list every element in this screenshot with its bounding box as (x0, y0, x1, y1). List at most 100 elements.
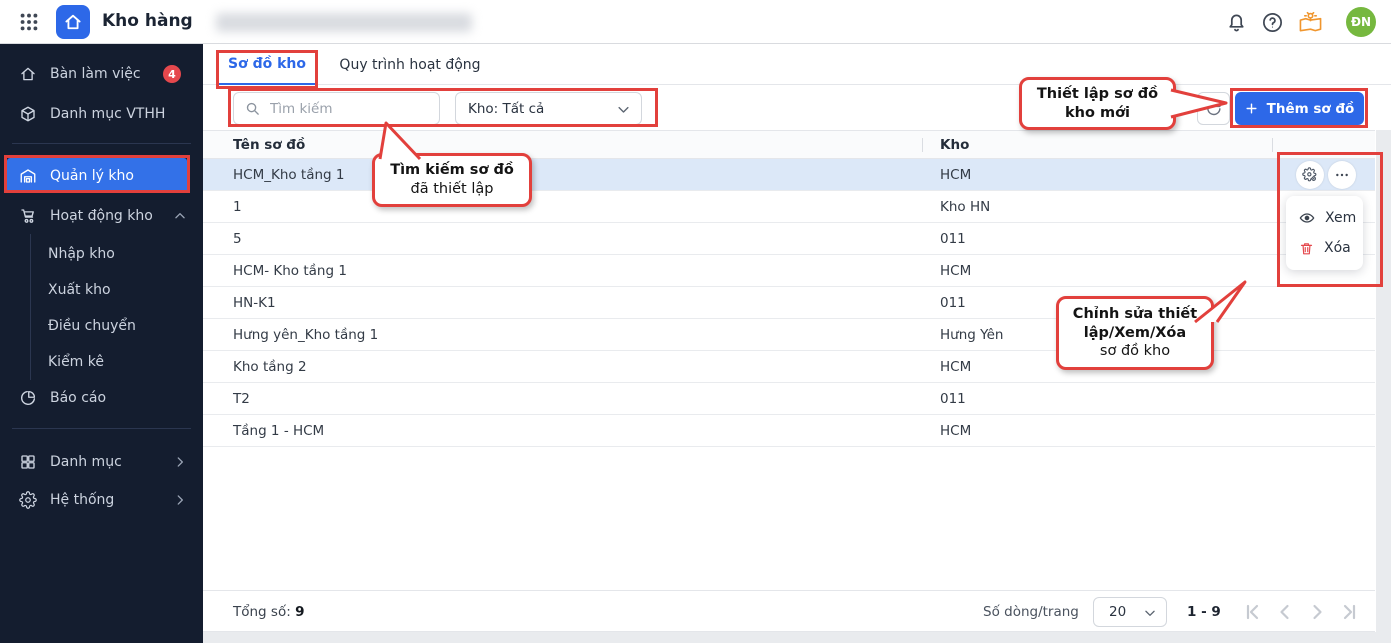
callout-edit-view-delete: Chỉnh sửa thiết lập/Xem/Xóa sơ đồ kho (1056, 296, 1214, 370)
sidebar-item-export[interactable]: Xuất kho (48, 274, 198, 306)
total-value: 9 (295, 604, 305, 620)
cart-icon (21, 209, 34, 223)
table-footer: Tổng số: 9 Số dòng/trang 20 1 - 9 (203, 590, 1375, 632)
gear-config-icon (1302, 167, 1317, 182)
menu-item-label: Xem (1325, 210, 1357, 226)
search-input[interactable] (270, 94, 430, 123)
sidebar: Bàn làm việc 4 Danh mục VTHH Quản lý kho… (0, 44, 203, 643)
search-icon (246, 102, 259, 115)
next-page-icon[interactable] (1305, 600, 1329, 624)
sidebar-item-reports[interactable]: Báo cáo (0, 380, 203, 416)
callout-text: Chỉnh sửa thiết lập/Xem/Xóa (1072, 305, 1198, 341)
row-more-button[interactable] (1328, 161, 1356, 189)
table-row[interactable]: Tầng 1 - HCM HCM (203, 415, 1375, 447)
help-icon[interactable] (1261, 11, 1284, 34)
redacted-context-title (216, 13, 472, 32)
add-layout-label: Thêm sơ đồ (1266, 100, 1355, 117)
toolbar: Kho: Tất cả Thêm sơ đồ (203, 85, 1391, 130)
first-page-icon[interactable] (1241, 600, 1265, 624)
sidebar-item-label: Quản lý kho (50, 167, 134, 184)
sidebar-item-label: Hệ thống (50, 492, 115, 508)
sub-items-guide-line (30, 234, 31, 380)
rows-per-page-select[interactable]: 20 (1093, 597, 1167, 627)
total-label: Tổng số: (233, 604, 291, 620)
column-divider (922, 138, 923, 152)
callout-text: Tìm kiếm sơ đồ (390, 162, 514, 179)
menu-item-view[interactable]: Xem (1286, 203, 1363, 233)
warehouse-filter-value: Kho: Tất cả (468, 100, 545, 117)
chevron-down-icon (1145, 610, 1155, 616)
refresh-button[interactable] (1197, 92, 1230, 125)
sidebar-item-stocktake[interactable]: Kiểm kê (48, 346, 198, 378)
gear-icon (19, 491, 37, 509)
table-row[interactable]: HCM- Kho tầng 1 HCM (203, 255, 1375, 287)
sidebar-item-catalog-vthh[interactable]: Danh mục VTHH (0, 96, 203, 132)
sidebar-divider (12, 428, 191, 429)
sidebar-item-system[interactable]: Hệ thống (0, 482, 203, 518)
notification-bell-icon[interactable] (1225, 11, 1248, 34)
sidebar-item-label: Bàn làm việc (50, 66, 141, 82)
column-header-name: Tên sơ đồ (233, 137, 306, 153)
tab-label: Quy trình hoạt động (339, 56, 481, 73)
warehouse-icon (20, 168, 36, 183)
workspace-badge: 4 (163, 65, 181, 83)
sidebar-item-workspace[interactable]: Bàn làm việc 4 (0, 56, 203, 92)
app-logo-icon[interactable] (56, 5, 90, 39)
prev-page-icon[interactable] (1273, 600, 1297, 624)
row-settings-button[interactable] (1296, 161, 1324, 189)
tab-bar: Sơ đồ kho Quy trình hoạt động (203, 44, 1391, 85)
sidebar-item-label: Danh mục VTHH (50, 106, 166, 122)
sidebar-item-label: Danh mục (50, 454, 122, 470)
home-icon (21, 67, 35, 81)
app-grid-icon[interactable] (18, 11, 40, 33)
tab-operation-process[interactable]: Quy trình hoạt động (335, 44, 485, 85)
callout-text: đã thiết lập (410, 181, 494, 197)
refresh-icon (1207, 101, 1221, 116)
eye-icon (1299, 213, 1315, 223)
trash-icon (1300, 242, 1313, 254)
plus-icon (1246, 103, 1257, 114)
topbar: Kho hàng ĐN (0, 0, 1391, 44)
menu-item-delete[interactable]: Xóa (1286, 233, 1363, 263)
sidebar-item-transfer[interactable]: Điều chuyển (48, 310, 198, 342)
sidebar-item-import[interactable]: Nhập kho (48, 238, 198, 270)
column-divider (1272, 138, 1273, 152)
sidebar-item-warehouse-ops[interactable]: Hoạt động kho (0, 198, 203, 234)
search-box (233, 92, 440, 125)
add-layout-button[interactable]: Thêm sơ đồ (1235, 92, 1364, 125)
tab-warehouse-layout[interactable]: Sơ đồ kho (216, 44, 318, 85)
callout-search-layout: Tìm kiếm sơ đồ đã thiết lập (372, 153, 532, 207)
grid-icon (21, 455, 35, 469)
callout-text: Thiết lập sơ đồ kho mới (1036, 85, 1159, 121)
sidebar-subitem-label: Nhập kho (48, 246, 115, 262)
app-window: Kho hàng ĐN Bàn làm việc 4 Danh mục VTHH… (0, 0, 1391, 643)
row-actions-menu: Xem Xóa (1286, 196, 1363, 270)
sidebar-subitem-label: Kiểm kê (48, 354, 104, 370)
ellipsis-icon (1336, 173, 1348, 177)
rows-per-page-label: Số dòng/trang (983, 604, 1079, 620)
column-header-kho: Kho (940, 137, 970, 153)
table-row[interactable]: T2 011 (203, 383, 1375, 415)
tab-label: Sơ đồ kho (228, 55, 306, 72)
sidebar-item-warehouse-mgmt[interactable]: Quản lý kho (7, 158, 187, 193)
avatar[interactable]: ĐN (1346, 7, 1376, 37)
package-icon (21, 106, 35, 122)
page-range: 1 - 9 (1187, 604, 1221, 620)
tips-icon[interactable] (1297, 11, 1324, 34)
warehouse-filter-select[interactable]: Kho: Tất cả (455, 92, 642, 125)
last-page-icon[interactable] (1337, 600, 1361, 624)
bottom-gutter (203, 632, 1376, 643)
chevron-down-icon (618, 106, 629, 113)
table-row[interactable]: 5 011 (203, 223, 1375, 255)
total-count: Tổng số: 9 (233, 604, 304, 620)
sidebar-divider (12, 143, 191, 144)
vertical-scrollbar[interactable] (1376, 44, 1391, 643)
callout-add-new-layout: Thiết lập sơ đồ kho mới (1019, 77, 1176, 130)
sidebar-item-label: Hoạt động kho (50, 208, 153, 224)
chevron-right-icon (177, 495, 183, 505)
sidebar-item-categories[interactable]: Danh mục (0, 444, 203, 480)
sidebar-item-label: Báo cáo (50, 390, 107, 406)
chevron-right-icon (177, 457, 183, 467)
sidebar-subitem-label: Xuất kho (48, 282, 111, 298)
app-title: Kho hàng (102, 11, 193, 31)
